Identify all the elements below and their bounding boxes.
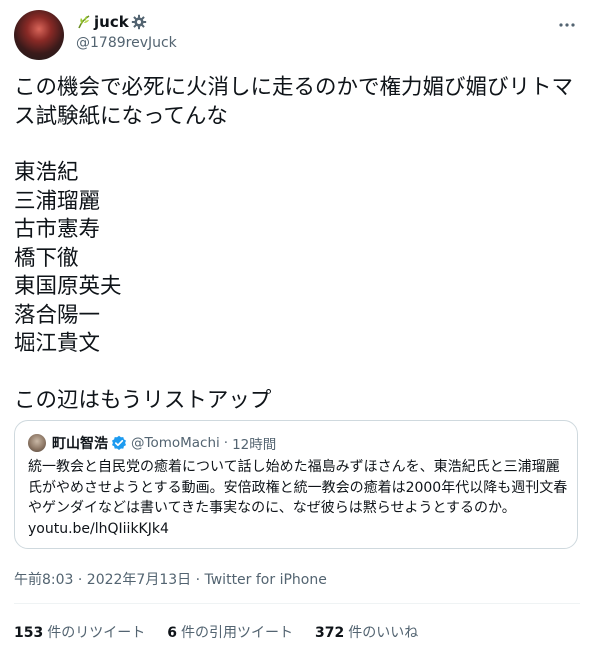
quoted-separator: · xyxy=(223,435,229,451)
quotes-label: 件の引用ツイート xyxy=(180,625,293,641)
tweet-name-4: 橋下徹 xyxy=(14,245,79,271)
author-handle[interactable]: @1789revJuck xyxy=(76,35,177,51)
tweet-meta: 午前8:03 · 2022年7月13日 · Twitter for iPhone xyxy=(14,569,327,589)
quoted-tweet-header: 町山智浩 @TomoMachi · 12時間 xyxy=(28,433,276,453)
retweets-count: 153 xyxy=(14,625,44,641)
tweet-stats: 153 件のリツイート 6 件の引用ツイート 372 件のいいね xyxy=(14,622,440,642)
gear-icon xyxy=(131,14,146,30)
leaf-icon xyxy=(78,15,90,29)
tweet-source[interactable]: Twitter for iPhone xyxy=(205,572,327,588)
retweets-stat[interactable]: 153 件のリツイート xyxy=(14,622,145,642)
divider xyxy=(14,603,580,604)
retweets-label: 件のリツイート xyxy=(47,625,146,641)
likes-stat[interactable]: 372 件のいいね xyxy=(315,622,418,642)
tweet-name-5: 東国原英夫 xyxy=(14,274,122,299)
quoted-avatar xyxy=(28,434,46,452)
likes-label: 件のいいね xyxy=(348,625,419,641)
tweet-timestamp[interactable]: 午前8:03 · 2022年7月13日 xyxy=(14,572,191,588)
quoted-handle: @TomoMachi xyxy=(131,435,220,451)
quoted-display-name: 町山智浩 xyxy=(52,436,108,452)
quoted-link[interactable]: youtu.be/lhQIiikKJk4 xyxy=(28,521,169,537)
tweet-name-6: 落合陽一 xyxy=(14,302,101,328)
tweet-name-7: 堀江貴文 xyxy=(14,331,101,356)
quotes-count: 6 xyxy=(167,625,177,641)
likes-count: 372 xyxy=(314,625,345,641)
quoted-text: 統一教会と自民党の癒着について話し始めた福島みずほさんを、東浩紀氏と三浦瑠麗氏が… xyxy=(28,459,568,516)
tweet-header: juck @1789revJuck xyxy=(14,10,580,60)
tweet-name-1: 東浩紀 xyxy=(14,160,79,185)
meta-separator: · xyxy=(195,572,201,588)
more-icon[interactable] xyxy=(558,16,576,34)
tweet-name-3: 古市憲寿 xyxy=(14,217,101,242)
display-name-row: juck xyxy=(76,12,177,32)
author-avatar[interactable] xyxy=(14,10,64,60)
tweet-name-2: 三浦瑠麗 xyxy=(14,188,101,214)
quotes-stat[interactable]: 6 件の引用ツイート xyxy=(167,622,293,642)
tweet-text: この機会で必死に火消しに走るのかで権力媚び媚びリトマス試験紙になってんな 東浩紀… xyxy=(14,74,574,415)
author-display-name[interactable]: juck xyxy=(94,13,129,31)
quoted-text-block: 統一教会と自民党の癒着について話し始めた福島みずほさんを、東浩紀氏と三浦瑠麗氏が… xyxy=(28,457,568,539)
tweet-closing-text: この辺はもうリストアップ xyxy=(14,387,272,413)
verified-icon xyxy=(112,435,126,450)
quoted-tweet[interactable]: 町山智浩 @TomoMachi · 12時間 統一教会と自民党の癒着について話し… xyxy=(14,420,578,549)
tweet-main-text: この機会で必死に火消しに走るのかで権力媚び媚びリトマス試験紙になってんな xyxy=(14,75,574,129)
quoted-time: 12時間 xyxy=(232,437,277,453)
author-names: juck @1789revJuck xyxy=(76,12,177,51)
